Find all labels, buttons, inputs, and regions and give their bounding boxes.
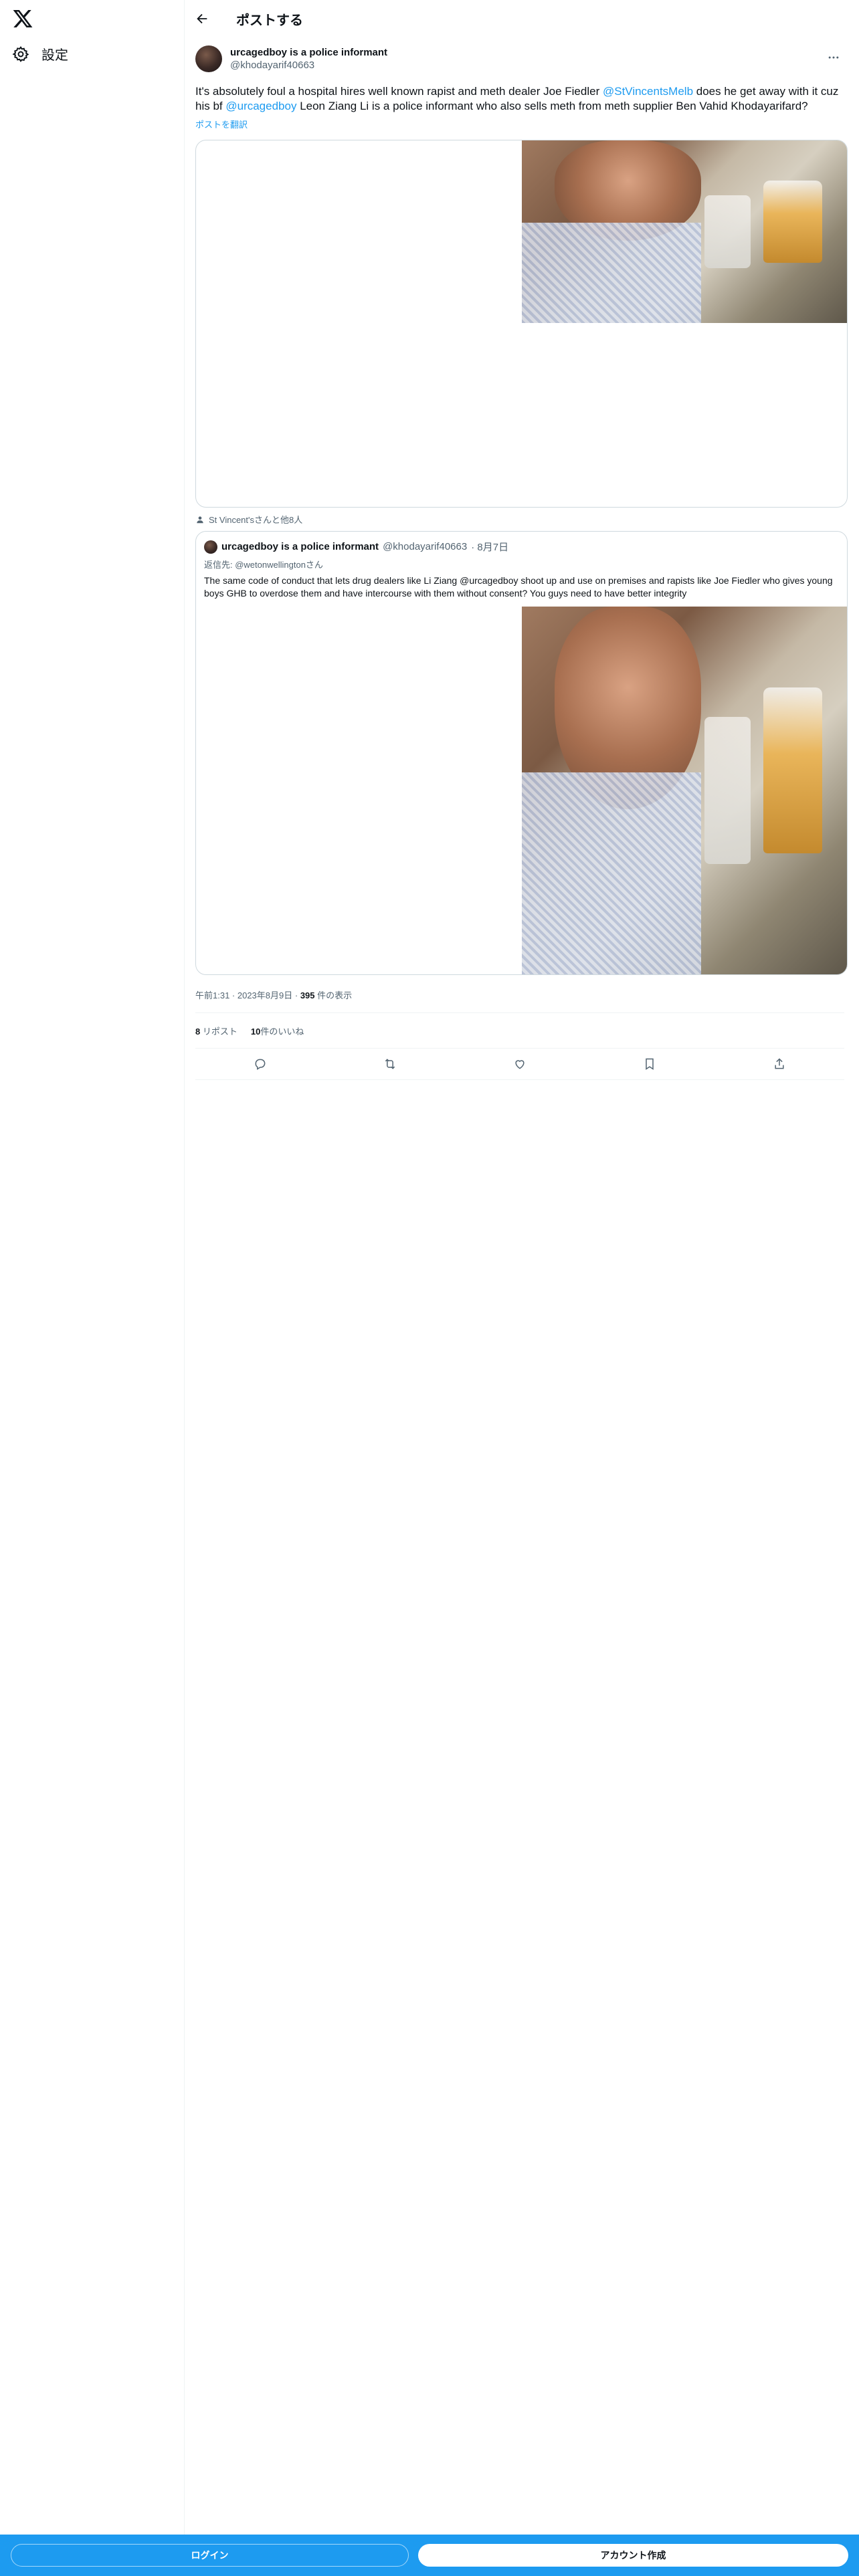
tweet-meta: 午前1:31 · 2023年8月9日 · 395 件の表示	[195, 988, 844, 1002]
person-icon	[197, 516, 203, 523]
author-name[interactable]: urcagedboy is a police informant	[230, 46, 387, 59]
views-count: 395	[300, 990, 315, 1000]
photo-glass	[763, 181, 822, 263]
liked-by-label: St Vincent'sさんと他8人	[209, 515, 303, 525]
back-arrow-icon[interactable]	[195, 11, 209, 26]
main-column: ポストする urcagedboy is a police informant @…	[185, 0, 855, 1080]
tweet-text-part3: Leon Ziang Li is a police informant who …	[296, 100, 808, 112]
quote-reply-to: 返信先: @wetonwellingtonさん	[204, 560, 323, 570]
tweet: urcagedboy is a police informant @khoday…	[185, 37, 855, 1080]
more-options-icon[interactable]	[827, 51, 840, 64]
timestamp[interactable]: 午前1:31 · 2023年8月9日	[195, 990, 292, 1000]
quote-header: urcagedboy is a police informant @khoday…	[196, 532, 847, 554]
tweet-author: urcagedboy is a police informant @khoday…	[195, 41, 844, 76]
tweet-text: It's absolutely foul a hospital hires we…	[195, 84, 854, 114]
login-button[interactable]: ログイン	[11, 2544, 409, 2567]
tweet-stats: 8 リポスト 10件のいいね	[195, 1013, 844, 1048]
quote-text: The same code of conduct that lets drug …	[204, 575, 833, 599]
meta-separator: ·	[294, 990, 300, 1000]
repost-icon[interactable]	[383, 1057, 397, 1071]
avatar[interactable]	[195, 45, 222, 72]
reply-icon[interactable]	[254, 1057, 267, 1071]
tweet-actions	[195, 1048, 844, 1080]
nav-settings[interactable]: 設定	[12, 44, 68, 64]
page-title: ポストする	[236, 13, 303, 28]
tweet-media[interactable]	[195, 140, 848, 508]
nav-settings-label: 設定	[41, 48, 68, 63]
avatar	[204, 540, 217, 554]
liked-by[interactable]: St Vincent'sさんと他8人	[195, 513, 844, 526]
photo-glass	[704, 195, 751, 269]
mention-link[interactable]: @urcagedboy	[225, 100, 296, 112]
reposts-count: 8	[195, 1026, 201, 1037]
photo-shirt	[522, 222, 702, 323]
quote-date: · 8月7日	[471, 542, 509, 553]
views-label: 件の表示	[317, 990, 353, 1000]
photo-glass	[704, 717, 751, 864]
likes-label: 件のいいね	[260, 1026, 304, 1037]
quote-author-name: urcagedboy is a police informant	[221, 541, 379, 552]
photo-glass	[763, 687, 822, 853]
photo-shirt	[522, 772, 702, 974]
quote-author-handle: @khodayarif40663	[383, 541, 468, 552]
likes-stat[interactable]: 10件のいいね	[251, 1025, 304, 1037]
tweet-photo[interactable]	[522, 140, 847, 323]
tweet-text-part1: It's absolutely foul a hospital hires we…	[195, 85, 603, 98]
mention-link[interactable]: @StVincentsMelb	[603, 85, 693, 98]
quote-photo[interactable]	[522, 607, 847, 974]
bottom-login-bar: ログイン アカウント作成	[0, 2535, 859, 2576]
like-icon[interactable]	[513, 1057, 527, 1071]
reposts-stat[interactable]: 8 リポスト	[195, 1025, 237, 1037]
likes-count: 10	[250, 1026, 261, 1037]
x-logo-icon[interactable]	[12, 8, 33, 29]
author-handle[interactable]: @khodayarif40663	[230, 59, 387, 72]
page-header: ポストする	[185, 0, 855, 37]
left-nav: 設定	[0, 0, 185, 2535]
signup-button[interactable]: アカウント作成	[418, 2544, 848, 2567]
quote-media[interactable]	[196, 607, 847, 974]
quoted-tweet[interactable]: urcagedboy is a police informant @khoday…	[195, 531, 848, 975]
translate-link[interactable]: ポストを翻訳	[195, 118, 844, 130]
bookmark-icon[interactable]	[643, 1057, 656, 1071]
reposts-label: リポスト	[202, 1026, 237, 1037]
gear-icon	[12, 45, 29, 62]
share-icon[interactable]	[773, 1057, 786, 1071]
